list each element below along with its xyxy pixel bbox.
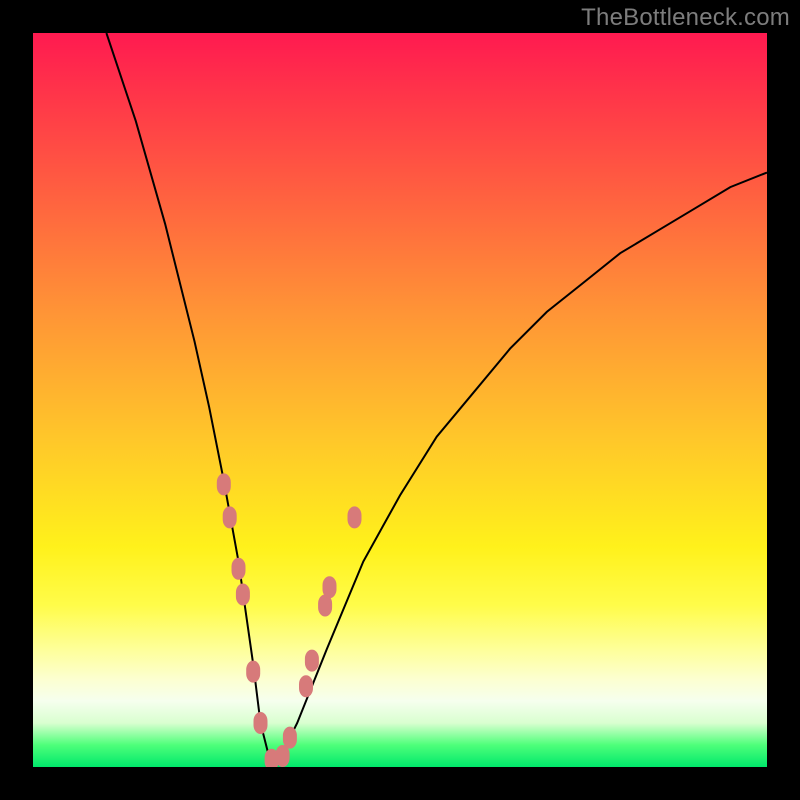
bottleneck-curve	[106, 33, 767, 760]
plot-area	[33, 33, 767, 767]
data-point	[232, 558, 246, 580]
data-point	[299, 675, 313, 697]
chart-frame: TheBottleneck.com	[0, 0, 800, 800]
data-point	[246, 661, 260, 683]
data-point	[305, 650, 319, 672]
data-point	[348, 506, 362, 528]
data-point	[223, 506, 237, 528]
data-point	[323, 576, 337, 598]
data-point	[217, 473, 231, 495]
chart-svg	[33, 33, 767, 767]
watermark-text: TheBottleneck.com	[581, 4, 790, 32]
data-point	[236, 584, 250, 606]
data-point	[283, 727, 297, 749]
data-point	[276, 745, 290, 767]
data-point	[254, 712, 268, 734]
